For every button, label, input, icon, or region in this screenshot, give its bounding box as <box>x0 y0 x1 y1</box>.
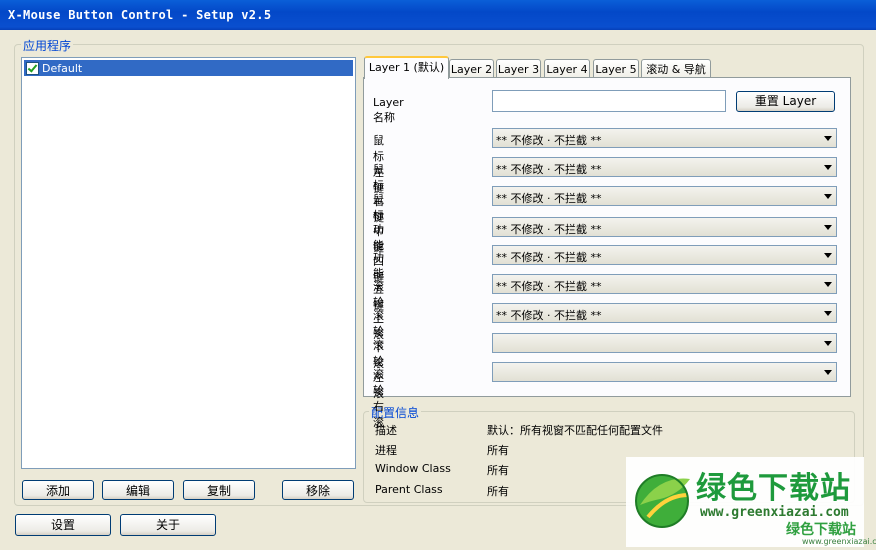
button-5-value: ** 不修改 · 不拦截 ** <box>496 251 602 264</box>
watermark-brand: 绿色下载站 <box>696 471 851 506</box>
edit-button[interactable]: 编辑 <box>102 480 174 500</box>
right-button-value: ** 不修改 · 不拦截 ** <box>496 163 602 176</box>
chevron-down-icon <box>824 165 832 170</box>
left-button-select[interactable]: ** 不修改 · 不拦截 ** <box>492 128 837 148</box>
add-button[interactable]: 添加 <box>22 480 94 500</box>
list-item-label: Default <box>42 61 83 75</box>
wheel-right-label: 滚轮右滚 <box>373 368 384 429</box>
chevron-down-icon <box>824 282 832 287</box>
chevron-down-icon <box>824 311 832 316</box>
watermark-url: www.greenxiazai.com <box>700 505 849 520</box>
leaf-logo-icon <box>635 474 690 528</box>
list-item[interactable]: Default <box>24 60 353 76</box>
description-value: 默认：所有视窗不匹配任何配置文件 <box>487 424 663 437</box>
title-bar: X-Mouse Button Control - Setup v2.5 <box>0 0 876 30</box>
left-button-value: ** 不修改 · 不拦截 ** <box>496 134 602 147</box>
wheel-down-select[interactable]: ** 不修改 · 不拦截 ** <box>492 303 837 323</box>
tab-scroll-navigation[interactable]: 滚动 & 导航 <box>641 59 711 78</box>
watermark-small-brand: 绿色下载站 <box>786 522 856 538</box>
watermark: 绿色下载站 www.greenxiazai.com 绿色下载站 www.gree… <box>626 457 876 547</box>
remove-button[interactable]: 移除 <box>282 480 354 500</box>
chevron-down-icon <box>824 370 832 375</box>
button-4-value: ** 不修改 · 不拦截 ** <box>496 223 602 236</box>
layer-name-label: Layer 名称 <box>373 96 404 124</box>
layer-name-input[interactable] <box>492 90 726 112</box>
wheel-right-select[interactable] <box>492 362 837 382</box>
window-title: X-Mouse Button Control - Setup v2.5 <box>8 8 272 22</box>
tab-layer-5[interactable]: Layer 5 <box>593 59 639 78</box>
about-button[interactable]: 关于 <box>120 514 216 536</box>
watermark-small-url: www.greenxiazai.com <box>802 537 876 546</box>
window-class-value: 所有 <box>487 464 509 477</box>
middle-button-select[interactable]: ** 不修改 · 不拦截 ** <box>492 186 837 206</box>
chevron-down-icon <box>824 136 832 141</box>
tab-layer-1[interactable]: Layer 1 (默认) <box>364 56 449 79</box>
wheel-left-select[interactable] <box>492 333 837 353</box>
parent-class-label: Parent Class <box>375 483 443 496</box>
chevron-down-icon <box>824 225 832 230</box>
window-class-label: Window Class <box>375 462 451 475</box>
chevron-down-icon <box>824 253 832 258</box>
tab-layer-3[interactable]: Layer 3 <box>496 59 541 78</box>
middle-button-value: ** 不修改 · 不拦截 ** <box>496 192 602 205</box>
parent-class-value: 所有 <box>487 485 509 498</box>
chevron-down-icon <box>824 341 832 346</box>
button-5-select[interactable]: ** 不修改 · 不拦截 ** <box>492 245 837 265</box>
wheel-down-value: ** 不修改 · 不拦截 ** <box>496 309 602 322</box>
tab-layer-4[interactable]: Layer 4 <box>544 59 590 78</box>
applications-list[interactable]: Default <box>21 57 356 469</box>
wheel-up-select[interactable]: ** 不修改 · 不拦截 ** <box>492 274 837 294</box>
copy-button[interactable]: 复制 <box>183 480 255 500</box>
settings-button[interactable]: 设置 <box>15 514 111 536</box>
process-label: 进程 <box>375 444 397 457</box>
chevron-down-icon <box>824 194 832 199</box>
wheel-up-value: ** 不修改 · 不拦截 ** <box>496 280 602 293</box>
applications-legend: 应用程序 <box>21 37 74 54</box>
right-button-select[interactable]: ** 不修改 · 不拦截 ** <box>492 157 837 177</box>
tab-layer-2[interactable]: Layer 2 <box>449 59 494 78</box>
button-4-select[interactable]: ** 不修改 · 不拦截 ** <box>492 217 837 237</box>
process-value: 所有 <box>487 444 509 457</box>
checkbox-icon[interactable] <box>26 61 39 75</box>
reset-layer-button[interactable]: 重置 Layer <box>736 91 835 112</box>
